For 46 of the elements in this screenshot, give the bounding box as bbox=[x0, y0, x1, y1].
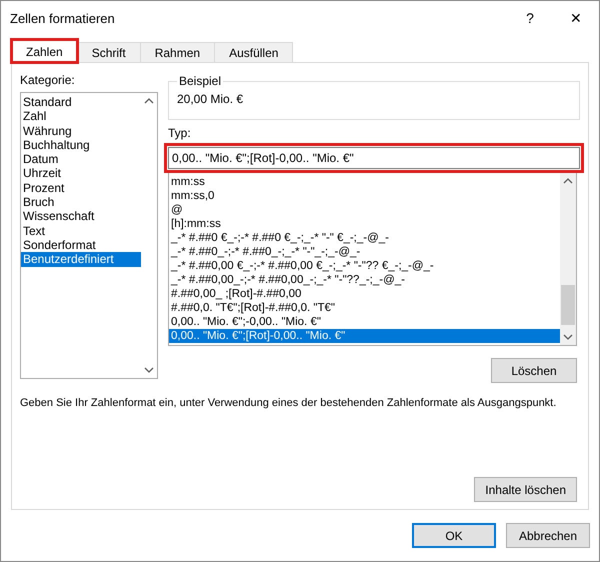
tab[interactable]: Ausfüllen bbox=[214, 42, 294, 63]
category-label: Kategorie: bbox=[20, 73, 76, 87]
type-field[interactable]: 0,00.. "Mio. €";[Rot]-0,00.. "Mio. €" bbox=[168, 147, 580, 169]
format-item[interactable]: #.##0,00_ ;[Rot]-#.##0,00 bbox=[169, 287, 560, 301]
category-item[interactable]: Buchhaltung bbox=[21, 138, 141, 152]
description-text: Geben Sie Ihr Zahlenformat ein, unter Verwendung eines der bestehenden Zahlenformate als Ausgangspunkt. bbox=[20, 397, 558, 409]
category-item[interactable]: Wissenschaft bbox=[21, 209, 141, 224]
category-item[interactable]: Prozent bbox=[21, 180, 141, 196]
dialog-button[interactable]: Abbrechen bbox=[506, 523, 590, 548]
close-button[interactable]: ✕ bbox=[553, 1, 599, 35]
tab[interactable]: Zahlen bbox=[11, 39, 78, 63]
category-item[interactable]: Text bbox=[21, 224, 141, 238]
format-item[interactable]: _-* #.##0_-;-* #.##0_-;_-* "-"_-;_-@_- bbox=[169, 245, 560, 259]
category-item[interactable]: Benutzerdefiniert bbox=[21, 252, 141, 267]
format-item[interactable]: mm:ss,0 bbox=[169, 189, 560, 203]
category-item[interactable]: Uhrzeit bbox=[21, 166, 141, 181]
scroll-down-icon[interactable] bbox=[144, 367, 154, 373]
tab[interactable]: Rahmen bbox=[140, 42, 216, 63]
type-label: Typ: bbox=[168, 126, 192, 140]
category-item[interactable]: Datum bbox=[21, 152, 141, 166]
format-item[interactable]: _-* #.##0,00_-;-* #.##0,00_-;_-* "-"??_-;_-@_- bbox=[169, 273, 560, 287]
category-item[interactable]: Bruch bbox=[21, 195, 141, 210]
category-item[interactable]: Zahl bbox=[21, 109, 141, 124]
clear-contents-button[interactable]: Inhalte löschen bbox=[474, 477, 577, 502]
sample-value: 20,00 Mio. € bbox=[177, 92, 244, 106]
format-item[interactable]: [h]:mm:ss bbox=[169, 217, 560, 231]
format-item[interactable]: mm:ss bbox=[169, 175, 560, 189]
scroll-up-icon[interactable] bbox=[563, 178, 573, 184]
dialog-button[interactable]: OK bbox=[412, 523, 496, 548]
category-item[interactable]: Währung bbox=[21, 124, 141, 138]
category-item[interactable]: Sonderformat bbox=[21, 238, 141, 252]
window-title: Zellen formatieren bbox=[10, 10, 116, 26]
format-item[interactable]: _-* #.##0 €_-;-* #.##0 €_-;_-* "-" €_-;_-@_- bbox=[169, 231, 560, 245]
format-item[interactable]: 0,00.. "Mio. €";-0,00.. "Mio. €" bbox=[169, 315, 560, 329]
sample-label: Beispiel bbox=[178, 74, 222, 88]
scroll-up-icon[interactable] bbox=[144, 98, 154, 104]
format-item[interactable]: _-* #.##0,00 €_-;-* #.##0,00 €_-;_-* "-"?? €_-;_-@_- bbox=[169, 259, 560, 273]
delete-button[interactable]: Löschen bbox=[491, 358, 577, 383]
format-item[interactable]: 0,00.. "Mio. €";[Rot]-0,00.. "Mio. €" bbox=[169, 329, 560, 343]
help-button[interactable]: ? bbox=[507, 1, 553, 35]
scroll-down-icon[interactable] bbox=[563, 334, 573, 340]
scrollbar-thumb[interactable] bbox=[561, 285, 575, 325]
tab[interactable]: Schrift bbox=[76, 42, 141, 63]
format-item[interactable]: #.##0,0. "T€";[Rot]-#.##0,0. "T€" bbox=[169, 301, 560, 315]
format-item[interactable]: @ bbox=[169, 203, 560, 217]
category-item[interactable]: Standard bbox=[21, 95, 141, 110]
